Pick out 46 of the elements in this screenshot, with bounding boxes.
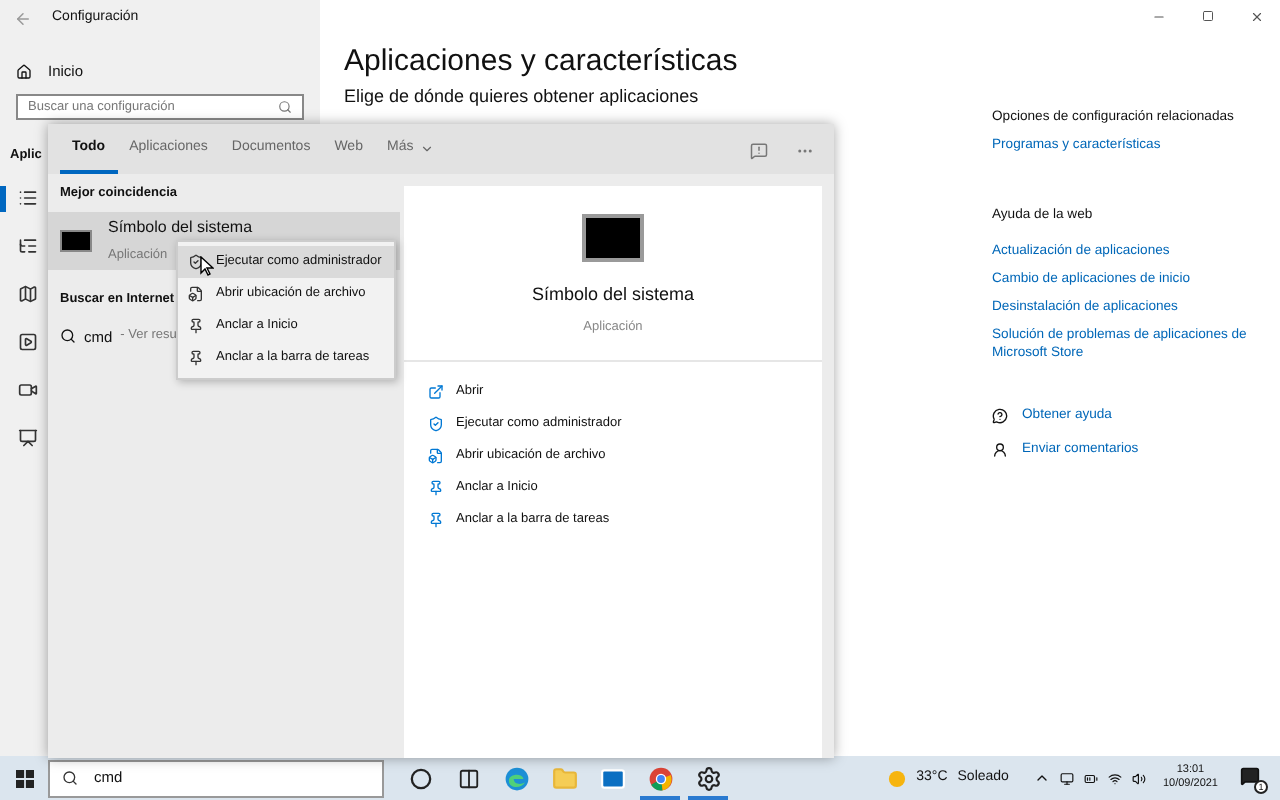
chevron-icon[interactable] xyxy=(1034,770,1051,786)
pin-icon xyxy=(428,511,444,528)
nav-icon[interactable] xyxy=(18,332,38,353)
section-subtitle: Elige de dónde quieres obtener aplicaciones xyxy=(344,86,699,106)
circle-icon[interactable] xyxy=(409,767,431,789)
help-icon xyxy=(992,408,1008,425)
pin-icon xyxy=(188,350,204,366)
battery-icon[interactable] xyxy=(1084,771,1099,785)
app-name: Símbolo del sistema xyxy=(108,215,253,240)
shield-icon xyxy=(188,254,204,270)
nav-icon[interactable] xyxy=(18,428,38,449)
feedback-icon[interactable] xyxy=(750,141,768,159)
open-icon xyxy=(428,383,444,400)
wifi-icon[interactable] xyxy=(1108,771,1123,785)
search-icon xyxy=(62,770,78,786)
speaker-icon[interactable] xyxy=(1132,771,1147,785)
monitor-icon[interactable] xyxy=(1060,771,1075,785)
pin-icon xyxy=(188,318,204,334)
maximize-icon[interactable] xyxy=(1202,10,1214,22)
mail-icon[interactable] xyxy=(599,765,625,791)
page-title: Aplicaciones y características xyxy=(344,44,738,80)
pin-icon xyxy=(428,479,444,496)
caret-icon xyxy=(419,141,434,155)
close-icon[interactable] xyxy=(1250,10,1264,24)
nav-icon[interactable] xyxy=(18,380,38,401)
browser-icon[interactable] xyxy=(503,765,529,791)
console-icon xyxy=(582,214,644,262)
nav-icon[interactable] xyxy=(18,284,38,305)
file-icon xyxy=(428,447,444,464)
settings-icon[interactable] xyxy=(695,765,721,791)
task-view-icon[interactable] xyxy=(457,767,479,789)
sun-icon xyxy=(888,769,907,787)
browser-icon[interactable] xyxy=(647,765,673,791)
person-icon xyxy=(992,441,1008,458)
notification-icon[interactable] xyxy=(1240,766,1260,786)
cursor-icon xyxy=(200,256,214,276)
windows-logo-icon[interactable] xyxy=(16,769,34,787)
shield-icon xyxy=(428,415,444,432)
search-icon xyxy=(60,328,76,345)
nav-icon[interactable] xyxy=(18,236,38,257)
search-icon xyxy=(278,100,292,114)
file-icon xyxy=(188,286,204,302)
nav-icon[interactable] xyxy=(18,188,38,209)
console-icon xyxy=(60,229,92,252)
home-icon xyxy=(16,64,32,80)
app-name: Símbolo del sistema xyxy=(531,282,695,308)
